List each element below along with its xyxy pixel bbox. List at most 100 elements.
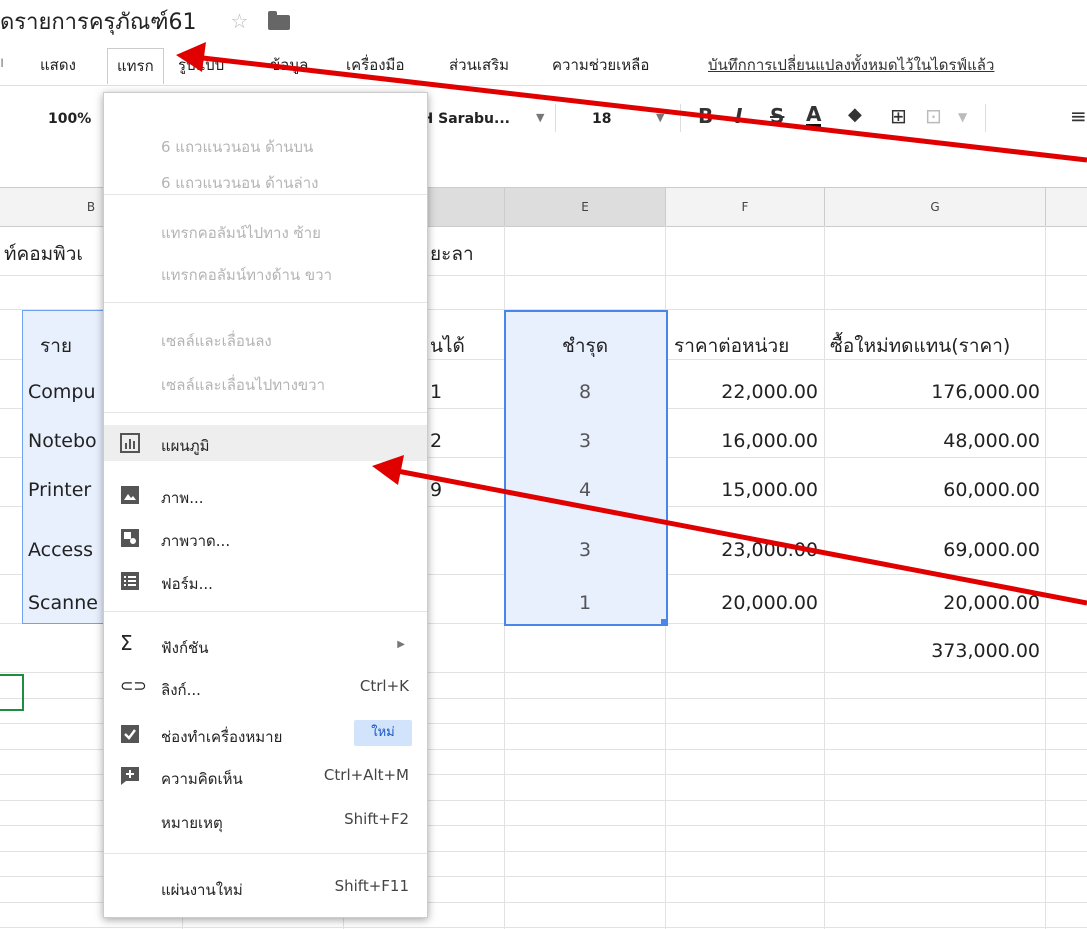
header-replacement[interactable]: ซื้อใหม่ทดแทน(ราคา) (830, 331, 1044, 361)
menu-item-label: แทรกคอลัมน์ทางด้าน ขวา (161, 266, 332, 284)
cell-d1[interactable]: ยะลา (430, 239, 500, 269)
cell-unit-price[interactable]: 16,000.00 (670, 430, 818, 452)
cell-qty[interactable]: 9 (430, 479, 500, 501)
cell-replacement[interactable]: 20,000.00 (830, 592, 1040, 614)
header-broken[interactable]: ชำรุด (506, 331, 664, 361)
menu-insert[interactable]: แทรก (107, 48, 164, 84)
borders-icon[interactable]: ⊞ (890, 104, 907, 128)
menu-item-drawing[interactable]: ภาพวาด... (104, 520, 427, 556)
menu-item-new-sheet[interactable]: แผ่นงานใหม่ Shift+F11 (104, 869, 427, 905)
cell-replacement[interactable]: 176,000.00 (830, 381, 1040, 403)
cell-unit-price[interactable]: 23,000.00 (670, 539, 818, 561)
menu-item-rows-above[interactable]: 6 แถวแนวนอน ด้านบน (104, 126, 427, 162)
cell-replacement[interactable]: 48,000.00 (830, 430, 1040, 452)
menu-item-label: 6 แถวแนวนอน ด้านบน (161, 138, 314, 156)
fill-color-icon[interactable]: ◆ (848, 104, 862, 125)
menu-item-col-left[interactable]: แทรกคอลัมน์ไปทาง ซ้าย (104, 212, 427, 248)
menu-item-label: เซลล์และเลื่อนลง (161, 332, 272, 350)
shortcut-label: Shift+F2 (344, 810, 409, 828)
toolbar-divider (985, 104, 986, 132)
cell-item[interactable]: Scanne (28, 592, 102, 614)
menu-item-rows-below[interactable]: 6 แถวแนวนอน ด้านล่าง (104, 162, 427, 198)
font-caret-icon[interactable]: ▼ (536, 111, 544, 124)
cell-broken[interactable]: 3 (506, 539, 664, 561)
menu-item-label: ฟอร์ม... (161, 575, 213, 593)
column-header-g[interactable]: G (825, 188, 1046, 226)
cell-qty[interactable]: 1 (430, 381, 500, 403)
size-caret-icon[interactable]: ▼ (656, 111, 664, 124)
menu-item-checkbox[interactable]: ช่องทำเครื่องหมาย ใหม่ (104, 716, 427, 752)
menu-item-col-right[interactable]: แทรกคอลัมน์ทางด้าน ขวา (104, 254, 427, 290)
cell-b1[interactable]: ท์คอมพิวเ (4, 239, 102, 269)
strikethrough-icon[interactable]: S (770, 104, 784, 128)
menu-addons[interactable]: ส่วนเสริม (449, 53, 509, 77)
italic-icon[interactable]: I (735, 104, 742, 128)
drawing-icon (120, 528, 140, 548)
shortcut-label: Ctrl+Alt+M (323, 766, 409, 784)
menu-format[interactable]: รูปแบบ (178, 53, 224, 77)
menu-item-label: หมายเหตุ (161, 814, 223, 832)
menu-item-label: 6 แถวแนวนอน ด้านล่าง (161, 174, 319, 192)
cell-broken[interactable]: 8 (506, 381, 664, 403)
menu-view[interactable]: แสดง (40, 53, 76, 77)
column-header-h[interactable] (1046, 188, 1087, 226)
header-unit-price[interactable]: ราคาต่อหน่วย (674, 331, 824, 361)
menu-bar: ı แสดง แทรก รูปแบบ ข้อมูล เครื่องมือ ส่ว… (0, 48, 1087, 84)
fill-handle[interactable] (661, 619, 668, 626)
cell-unit-price[interactable]: 15,000.00 (670, 479, 818, 501)
font-size-select[interactable]: 18 (592, 111, 611, 127)
menu-item-label: ภาพ... (161, 489, 204, 507)
header-qty[interactable]: นได้ (430, 331, 500, 361)
menu-item-link[interactable]: ⊂⊃ ลิงก์... Ctrl+K (104, 669, 427, 705)
cell-qty[interactable]: 2 (430, 430, 500, 452)
menu-item-chart[interactable]: แผนภูมิ (104, 425, 427, 461)
add-comment-icon (120, 766, 140, 786)
cell-item[interactable]: Notebo (28, 430, 102, 452)
image-icon (120, 485, 140, 505)
shortcut-label: Shift+F11 (334, 877, 409, 895)
document-title-text[interactable]: ดรายการครุภัณฑ์61 (0, 4, 197, 39)
align-icon[interactable]: ≡ (1070, 104, 1087, 128)
menu-item-label: แผ่นงานใหม่ (161, 881, 243, 899)
menu-edge: ı (0, 53, 5, 71)
menu-item-label: ฟังก์ชัน (161, 639, 209, 657)
menu-item-note[interactable]: หมายเหตุ Shift+F2 (104, 802, 427, 838)
cell-item[interactable]: Printer (28, 479, 102, 501)
cell-replacement[interactable]: 60,000.00 (830, 479, 1040, 501)
column-header-e[interactable]: E (505, 188, 666, 226)
cell-item[interactable]: Compu (28, 381, 102, 403)
cell-broken[interactable]: 4 (506, 479, 664, 501)
cell-broken[interactable]: 1 (506, 592, 664, 614)
menu-item-form[interactable]: ฟอร์ม... (104, 563, 427, 599)
star-icon[interactable]: ☆ (231, 9, 249, 33)
menu-tools[interactable]: เครื่องมือ (346, 53, 404, 77)
menu-item-function[interactable]: Σ ฟังก์ชัน ▶ (104, 627, 427, 663)
menu-item-label: ลิงก์... (161, 681, 201, 699)
cell-replacement[interactable]: 69,000.00 (830, 539, 1040, 561)
menu-data[interactable]: ข้อมูล (270, 53, 308, 77)
submenu-arrow-icon: ▶ (397, 639, 405, 650)
merge-caret-icon[interactable]: ▼ (958, 110, 967, 124)
menu-item-cells-down[interactable]: เซลล์และเลื่อนลง (104, 320, 427, 356)
header-item[interactable]: ราย (40, 331, 102, 361)
merge-cells-icon[interactable]: ⊡ (925, 104, 942, 128)
cell-unit-price[interactable]: 22,000.00 (670, 381, 818, 403)
bold-icon[interactable]: B (698, 104, 713, 128)
text-color-icon[interactable]: A (806, 104, 822, 128)
active-cell-outline (0, 674, 24, 711)
cell-broken[interactable]: 3 (506, 430, 664, 452)
cell-total[interactable]: 373,000.00 (830, 640, 1040, 662)
folder-icon[interactable] (268, 10, 291, 30)
cell-item[interactable]: Access (28, 539, 102, 561)
menu-item-cells-right[interactable]: เซลล์และเลื่อนไปทางขวา (104, 364, 427, 400)
cell-unit-price[interactable]: 20,000.00 (670, 592, 818, 614)
save-status[interactable]: บันทึกการเปลี่ยนแปลงทั้งหมดไว้ในไดรฟ์แล้… (708, 53, 994, 77)
menu-item-image[interactable]: ภาพ... (104, 477, 427, 513)
sigma-icon: Σ (120, 631, 133, 655)
column-header-f[interactable]: F (666, 188, 825, 226)
menu-item-comment[interactable]: ความคิดเห็น Ctrl+Alt+M (104, 758, 427, 794)
toolbar-divider (680, 104, 681, 132)
checkbox-icon (120, 724, 140, 744)
menu-help[interactable]: ความช่วยเหลือ (552, 53, 649, 77)
zoom-select[interactable]: 100% (48, 111, 91, 127)
